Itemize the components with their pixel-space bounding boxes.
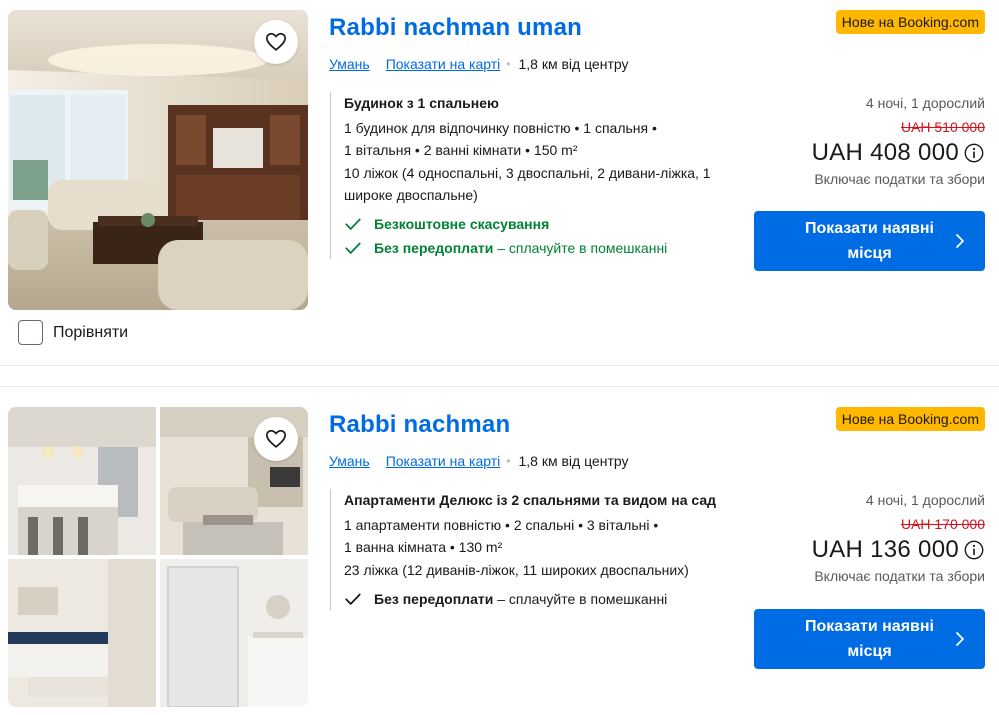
info-icon[interactable] xyxy=(963,539,985,561)
separator-dot: • xyxy=(506,57,511,71)
check-icon xyxy=(345,242,361,254)
new-on-booking-badge: Нове на Booking.com xyxy=(835,407,985,431)
unit-description: 1 апартаменти повністю • 2 спальні • 3 в… xyxy=(344,514,740,558)
chevron-right-icon xyxy=(956,234,964,248)
beds-info: 10 ліжок (4 односпальні, 3 двоспальні, 2… xyxy=(344,165,711,203)
check-icon xyxy=(345,218,361,230)
benefits-list: Безкоштовне скасування Без передоплати –… xyxy=(344,213,740,259)
price-row: UAH 408 000 xyxy=(745,139,985,167)
stay-length: 4 ночі, 1 дорослий xyxy=(865,492,985,508)
benefit-label: Без передоплати xyxy=(374,240,494,256)
city-link[interactable]: Умань xyxy=(329,56,370,72)
free-cancellation-benefit: Безкоштовне скасування xyxy=(344,213,740,235)
property-card: Порівняти Rabbi nachman uman Нове на Boo… xyxy=(0,0,999,366)
price-block: 4 ночі, 1 дорослий UAH 510 000 UAH 408 0… xyxy=(745,94,985,187)
price-row: UAH 136 000 xyxy=(745,536,985,564)
distance-from-center: 1,8 км від центру xyxy=(518,453,629,469)
show-on-map-link[interactable]: Показати на карті xyxy=(386,453,501,469)
city-link[interactable]: Умань xyxy=(329,453,370,469)
save-favorite-button[interactable] xyxy=(254,417,298,461)
beds-info: 23 ліжка (12 диванів-ліжок, 11 широких д… xyxy=(344,562,689,578)
price-block: 4 ночі, 1 дорослий UAH 170 000 UAH 136 0… xyxy=(745,491,985,584)
heart-icon xyxy=(266,429,286,448)
unit-description-line-2: 1 ванна кімната • 130 m² xyxy=(344,539,503,555)
compare-label: Порівняти xyxy=(53,323,129,341)
unit-name: Будинок з 1 спальнею xyxy=(344,95,499,111)
chevron-right-icon xyxy=(956,632,964,646)
original-price: UAH 510 000 xyxy=(900,119,985,135)
unit-details: Будинок з 1 спальнею 1 будинок для відпо… xyxy=(330,92,740,259)
unit-description-line-1: 1 апартаменти повністю • 2 спальні • 3 в… xyxy=(344,517,659,533)
unit-description: 1 будинок для відпочинку повністю • 1 сп… xyxy=(344,117,740,161)
show-availability-button[interactable]: Показати наявні місця xyxy=(754,609,985,669)
property-title[interactable]: Rabbi nachman uman xyxy=(329,14,582,42)
property-title[interactable]: Rabbi nachman xyxy=(329,411,510,439)
unit-description-line-2: 1 вітальня • 2 ванні кімнати • 150 m² xyxy=(344,142,578,158)
benefit-detail: – сплачуйте в помешканні xyxy=(493,240,668,256)
show-on-map-link[interactable]: Показати на карті xyxy=(386,56,501,72)
benefit-detail: – сплачуйте в помешканні xyxy=(493,591,668,607)
property-photo-grid[interactable] xyxy=(8,407,308,707)
location-line: Умань Показати на карті • 1,8 км від цен… xyxy=(329,453,629,469)
compare-checkbox[interactable]: Порівняти xyxy=(18,320,128,345)
taxes-note: Включає податки та збори xyxy=(814,568,985,584)
check-icon xyxy=(345,593,361,605)
button-label: Показати наявні місця xyxy=(805,220,934,262)
new-on-booking-badge: Нове на Booking.com xyxy=(835,10,985,34)
kitchen-photo xyxy=(8,407,156,555)
location-line: Умань Показати на карті • 1,8 км від цен… xyxy=(329,56,629,72)
separator-dot: • xyxy=(506,454,511,468)
no-prepayment-benefit: Без передоплати – сплачуйте в помешканні xyxy=(344,588,740,610)
benefit-label: Без передоплати xyxy=(374,591,494,607)
current-price: UAH 136 000 xyxy=(811,536,959,563)
show-availability-button[interactable]: Показати наявні місця xyxy=(754,211,985,271)
benefits-list: Без передоплати – сплачуйте в помешканні xyxy=(344,588,740,610)
save-favorite-button[interactable] xyxy=(254,20,298,64)
benefit-label: Безкоштовне скасування xyxy=(374,216,550,232)
bathroom-photo xyxy=(160,559,308,707)
unit-name: Апартаменти Делюкс із 2 спальнями та вид… xyxy=(344,492,717,508)
unit-description-line-1: 1 будинок для відпочинку повністю • 1 сп… xyxy=(344,120,657,136)
current-price: UAH 408 000 xyxy=(811,139,959,166)
no-prepayment-benefit: Без передоплати – сплачуйте в помешканні xyxy=(344,237,740,259)
info-icon[interactable] xyxy=(963,142,985,164)
unit-details: Апартаменти Делюкс із 2 спальнями та вид… xyxy=(330,489,740,610)
bedroom-photo xyxy=(8,559,156,707)
property-photo-living-room[interactable] xyxy=(8,10,308,310)
taxes-note: Включає податки та збори xyxy=(814,171,985,187)
compare-checkbox-box[interactable] xyxy=(18,320,43,345)
original-price: UAH 170 000 xyxy=(900,516,985,532)
heart-icon xyxy=(266,32,286,51)
button-label: Показати наявні місця xyxy=(805,618,934,660)
stay-length: 4 ночі, 1 дорослий xyxy=(865,95,985,111)
distance-from-center: 1,8 км від центру xyxy=(518,56,629,72)
property-card: Rabbi nachman Нове на Booking.com Умань … xyxy=(0,386,999,715)
